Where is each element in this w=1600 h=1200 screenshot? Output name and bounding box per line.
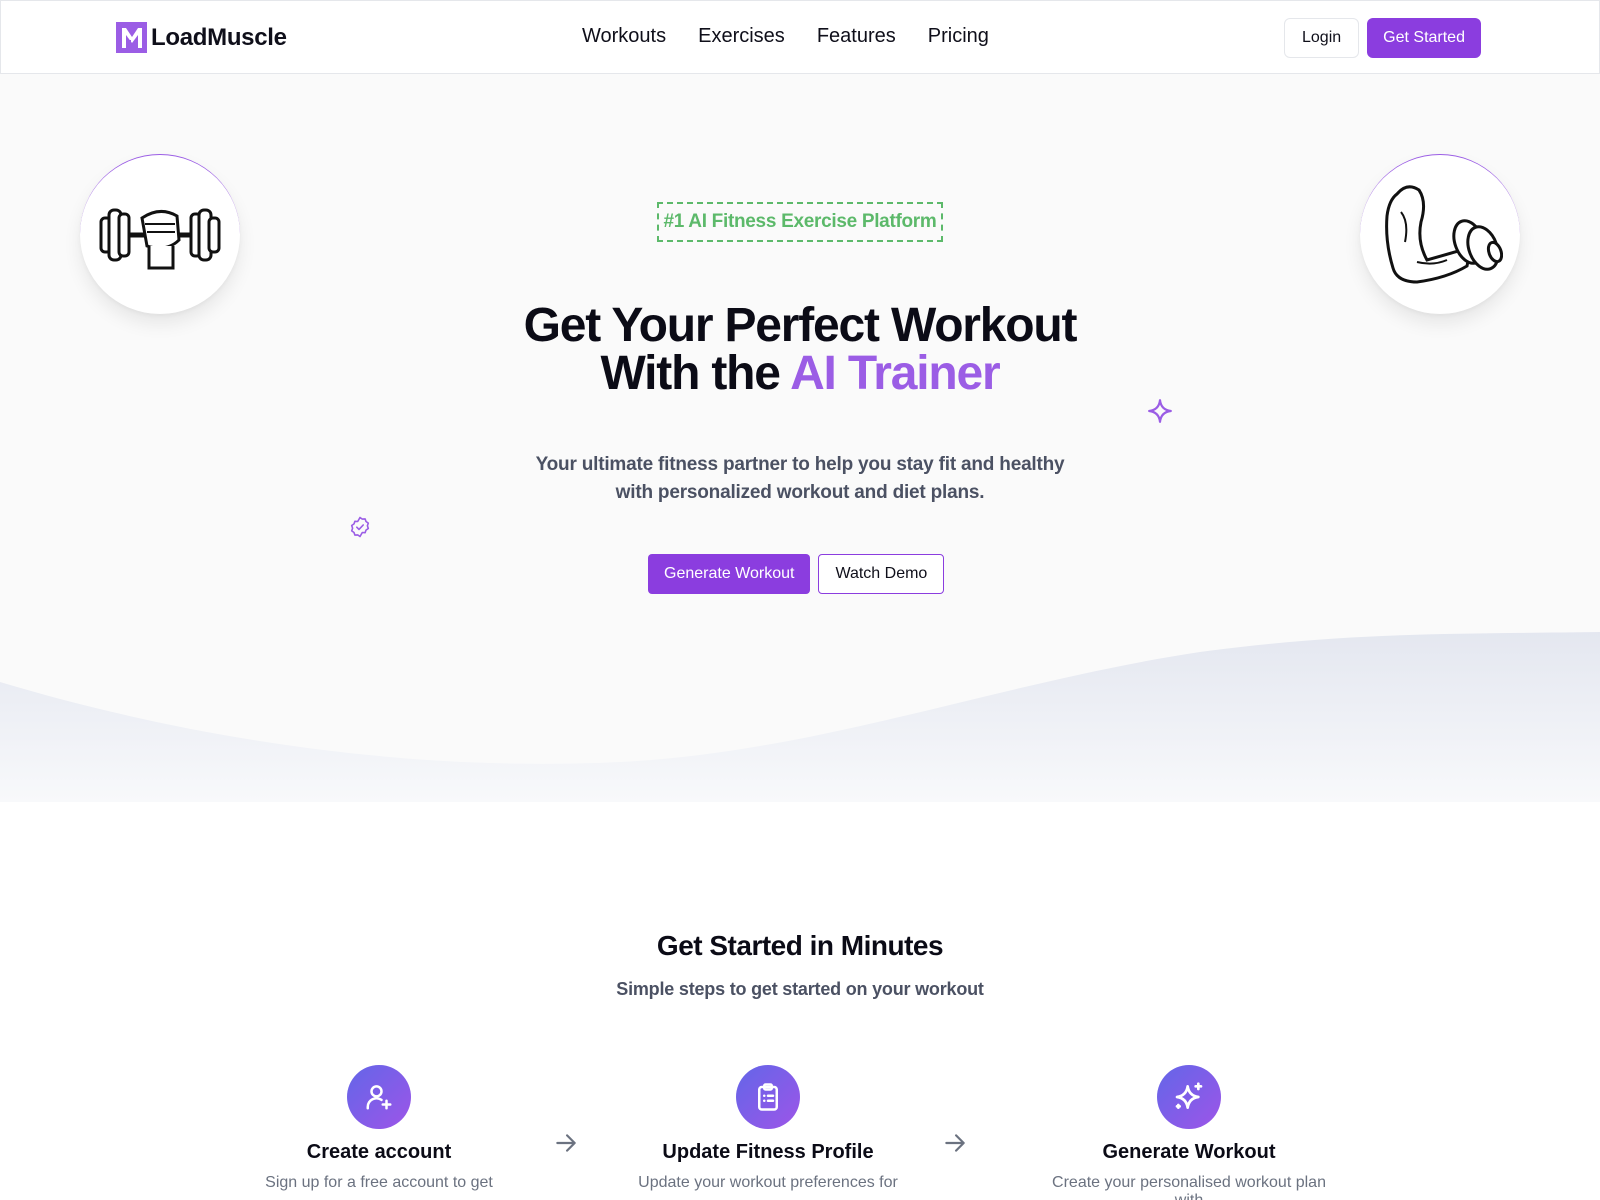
sparkle-icon (1147, 398, 1173, 429)
steps-title: Get Started in Minutes (656, 930, 944, 961)
nav-actions: Login Get Started (1284, 18, 1481, 58)
steps-subtitle: Simple steps to get started on your work… (616, 979, 984, 999)
login-button[interactable]: Login (1284, 18, 1360, 58)
get-started-button[interactable]: Get Started (1367, 18, 1481, 58)
step-description: Sign up for a free account to get (265, 1174, 493, 1191)
step-description: Create your personalised workout plan wi… (1052, 1174, 1326, 1200)
step-create-account: Create account Sign up for a free accoun… (229, 1065, 529, 1192)
clipboard-list-icon (736, 1065, 800, 1129)
sparkles-icon (1157, 1065, 1221, 1129)
nav-link-pricing[interactable]: Pricing (928, 25, 989, 48)
nav-link-features[interactable]: Features (817, 25, 896, 48)
hero-title-accent: AI Trainer (790, 347, 1001, 400)
badge-check-icon (348, 515, 372, 544)
hero-subtitle-line1: Your ultimate fitness partner to help yo… (535, 454, 1065, 475)
brand-logo-icon (116, 22, 147, 53)
generate-workout-button[interactable]: Generate Workout (648, 554, 811, 594)
step-generate-workout: Generate Workout Create your personalise… (1039, 1065, 1339, 1200)
arrow-right-icon (942, 1130, 968, 1161)
nav-link-workouts[interactable]: Workouts (582, 25, 666, 48)
nav-link-exercises[interactable]: Exercises (698, 25, 785, 48)
dumbbell-fist-image (80, 154, 240, 314)
step-description: Update your workout preferences for (638, 1174, 898, 1191)
fist-dumbbell-icon (99, 208, 221, 269)
step-title: Update Fitness Profile (662, 1141, 874, 1163)
user-plus-icon (347, 1065, 411, 1129)
hero-subtitle-line2: with personalized workout and diet plans… (615, 482, 985, 503)
hero-title-line2-prefix: With the (600, 347, 791, 400)
hero-actions: Generate Workout Watch Demo (648, 554, 945, 594)
hero-subtitle: Your ultimate fitness partner to help yo… (0, 451, 1600, 507)
step-title: Generate Workout (1102, 1141, 1276, 1163)
step-title: Create account (306, 1141, 452, 1163)
hero-title: Get Your Perfect Workout With the AI Tra… (0, 302, 1600, 398)
hero-badge: #1 AI Fitness Exercise Platform (657, 202, 943, 242)
flexed-arm-icon (1385, 184, 1503, 284)
hero-wave-background (0, 632, 1600, 802)
watch-demo-button[interactable]: Watch Demo (818, 554, 945, 594)
step-update-profile: Update Fitness Profile Update your worko… (618, 1065, 918, 1192)
hero-section: #1 AI Fitness Exercise Platform Get Your… (0, 74, 1600, 802)
brand-logo-link[interactable]: LoadMuscle (116, 22, 287, 53)
hero-title-line1: Get Your Perfect Workout (523, 299, 1078, 352)
arrow-right-icon (553, 1130, 579, 1161)
brand-name: LoadMuscle (151, 23, 287, 51)
flexed-arm-dumbbell-image (1360, 154, 1520, 314)
main-nav: Workouts Exercises Features Pricing (582, 25, 989, 48)
top-navbar: LoadMuscle Workouts Exercises Features P… (0, 0, 1600, 74)
